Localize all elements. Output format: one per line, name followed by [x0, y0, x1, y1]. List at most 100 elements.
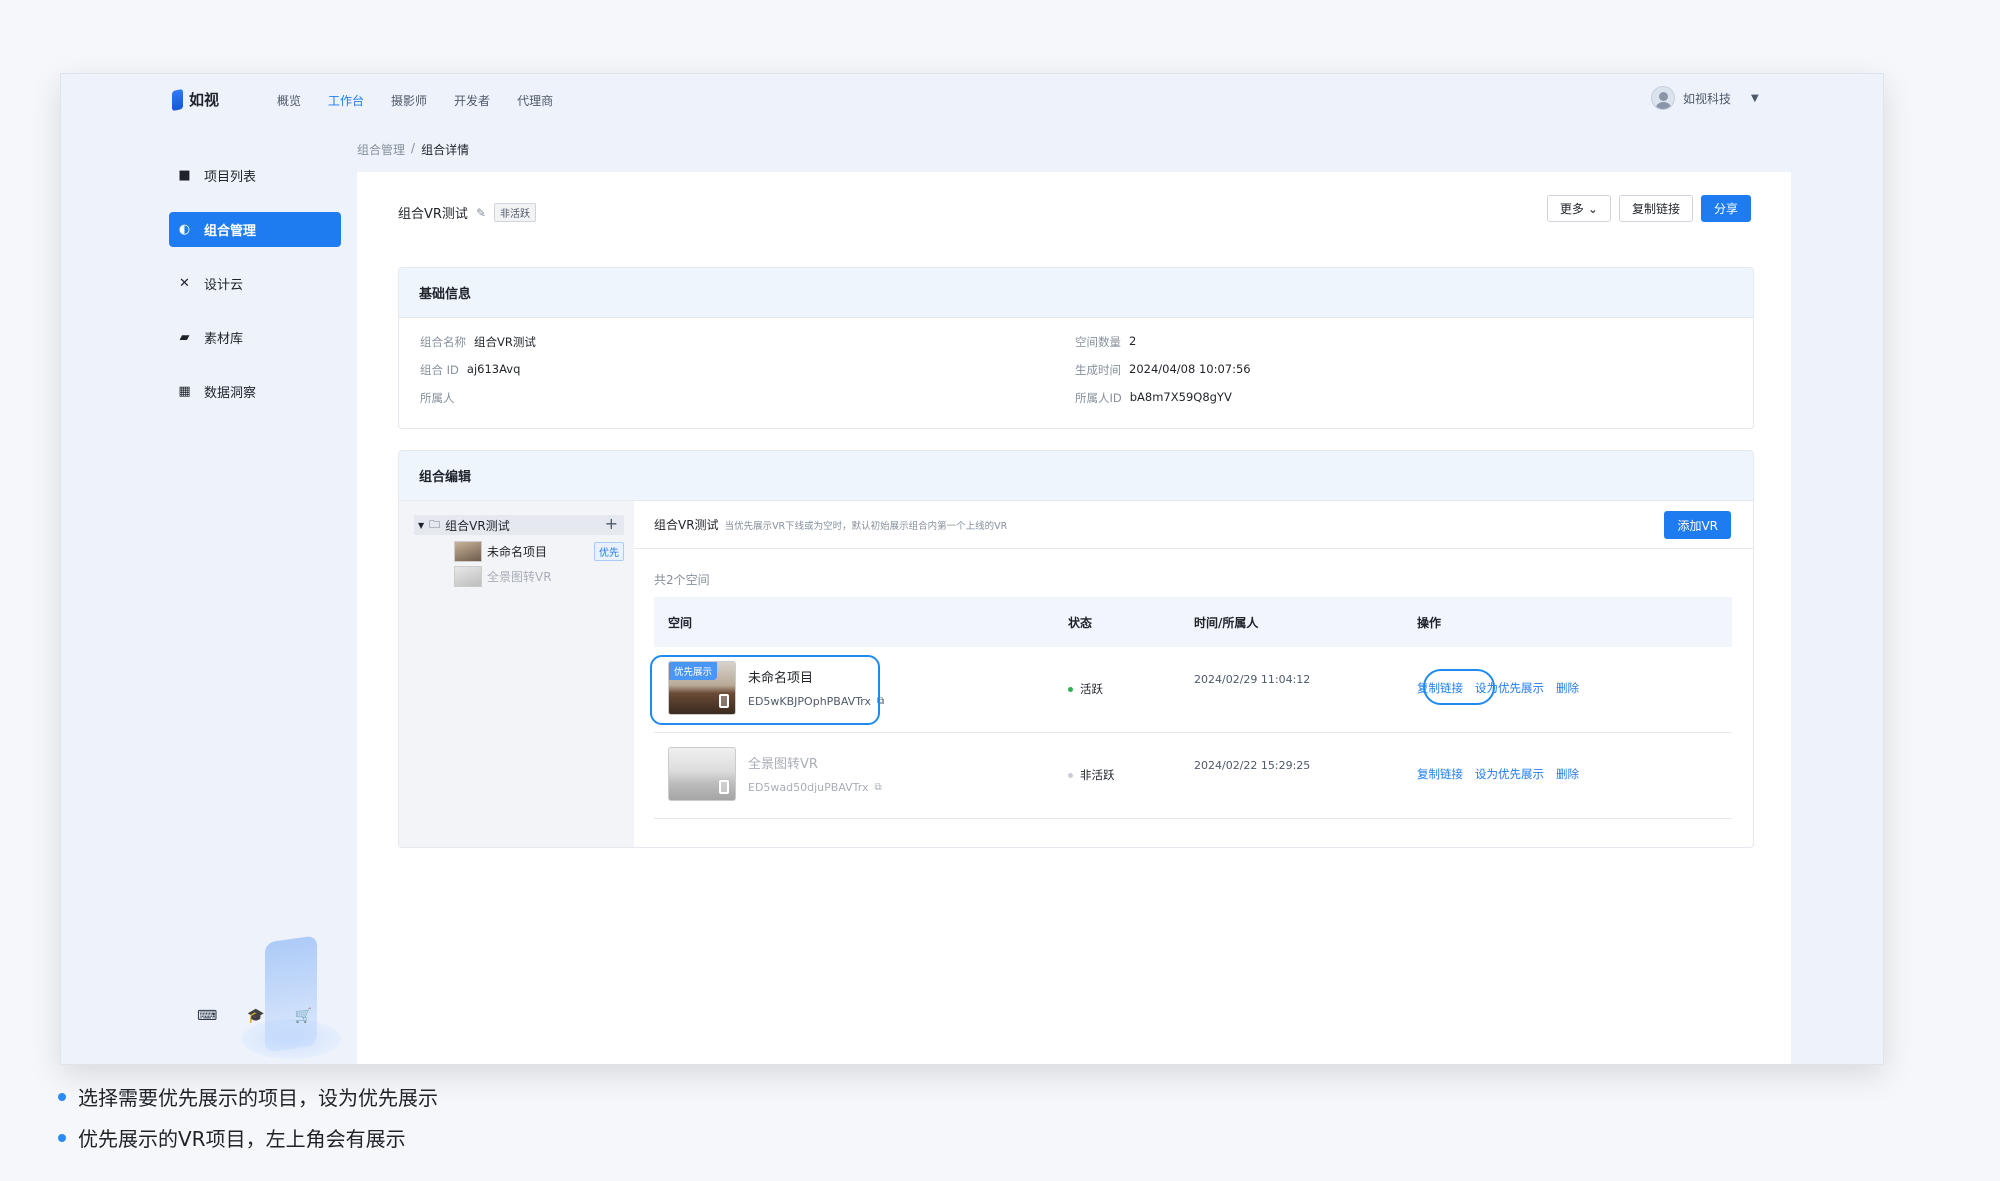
delete-link[interactable]: 删除: [1556, 680, 1579, 696]
caret-down-icon[interactable]: ▼: [418, 521, 424, 530]
page-title-row: 组合VR测试 ✎ 非活跃: [398, 203, 536, 222]
cart-icon[interactable]: 🛒: [295, 1008, 312, 1024]
info-key: 所属人ID: [1075, 391, 1122, 405]
info-value: 2024/04/08 10:07:56: [1129, 362, 1251, 376]
info-value: aj613Avq: [466, 362, 521, 376]
avatar[interactable]: [1651, 86, 1675, 110]
user-name: 如视科技: [1683, 91, 1732, 106]
panel-hint: 当优先展示VR下线或为空时，默认初始展示组合内第一个上线的VR: [724, 520, 1008, 532]
copy-link-button[interactable]: 复制链接: [1618, 195, 1693, 222]
sidebar-item-projects[interactable]: ■ 项目列表: [169, 158, 341, 193]
column-header: 时间/所属人: [1194, 616, 1259, 630]
chevron-down-icon: ⌄: [1587, 201, 1598, 216]
priority-tag: 优先: [594, 542, 624, 561]
info-value: 组合VR测试: [474, 335, 536, 349]
logo-icon: [172, 88, 183, 111]
top-nav: 概览 工作台 摄影师 开发者 代理商: [277, 92, 553, 109]
panel-title: 组合VR测试: [654, 518, 719, 532]
sidebar-item-combos[interactable]: ◐ 组合管理: [169, 212, 341, 247]
tree-item-label: 全景图转VR: [487, 570, 552, 584]
column-header: 状态: [1068, 616, 1093, 630]
combo-edit-body: ▼ 🗀 组合VR测试 + 未命名项目 优先 全景图转VR 组合VR测试 当优先展…: [399, 501, 1753, 847]
tree-item-label: 未命名项目: [487, 545, 548, 559]
thumbnail: [454, 541, 482, 562]
table-row: 全景图转VR ED5wad50djuPBAVTrx ⧉ 非活跃 2024/02/…: [654, 733, 1732, 819]
bullet-dot: [58, 1092, 66, 1101]
tree-root[interactable]: ▼ 🗀 组合VR测试 +: [414, 514, 624, 535]
chart-icon: ▦: [178, 384, 191, 399]
delete-link[interactable]: 删除: [1556, 766, 1579, 782]
sidebar-item-design-cloud[interactable]: ✕ 设计云: [169, 266, 341, 301]
edit-icon[interactable]: ✎: [476, 206, 486, 220]
breadcrumb-current: 组合详情: [421, 143, 470, 157]
folder-icon: 🗀: [429, 517, 441, 531]
basic-info-body: 组合名称 组合VR测试 组合 ID aj613Avq 所属人 空间数量 2 生成…: [399, 318, 1753, 428]
info-key: 组合名称: [420, 335, 466, 349]
sidebar-item-label: 组合管理: [204, 224, 257, 239]
caret-down-icon[interactable]: ▼: [1751, 93, 1759, 104]
highlight-set-priority: [1423, 669, 1495, 705]
nav-developer[interactable]: 开发者: [454, 92, 490, 109]
set-priority-link[interactable]: 设为优先展示: [1475, 766, 1544, 782]
basic-info-card: 基础信息 组合名称 组合VR测试 组合 ID aj613Avq 所属人 空间数量…: [398, 267, 1754, 429]
info-key: 空间数量: [1075, 335, 1121, 349]
time: 2024/02/29 11:04:12: [1194, 673, 1311, 686]
basic-info-heading: 基础信息: [399, 268, 1753, 318]
status-dot: [1068, 686, 1073, 692]
time: 2024/02/22 15:29:25: [1194, 759, 1311, 772]
combo-edit-heading: 组合编辑: [399, 451, 1753, 501]
add-icon[interactable]: +: [605, 514, 618, 533]
nav-overview[interactable]: 概览: [277, 92, 301, 109]
note-text: 优先展示的VR项目，左上角会有展示: [78, 1127, 406, 1151]
tree-item[interactable]: 未命名项目 优先: [454, 541, 624, 562]
sidebar-item-label: 数据洞察: [204, 386, 257, 401]
more-button[interactable]: 更多 ⌄: [1546, 195, 1611, 222]
top-bar: 如视 概览 工作台 摄影师 开发者 代理商 如视科技 ▼: [61, 74, 1883, 126]
copy-icon[interactable]: ⧉: [875, 782, 882, 793]
logo-text: 如视: [189, 91, 220, 109]
sidebar-item-label: 设计云: [204, 278, 244, 293]
breadcrumb-parent[interactable]: 组合管理: [357, 141, 405, 158]
status-text: 非活跃: [1080, 768, 1115, 782]
share-button[interactable]: 分享: [1700, 195, 1751, 222]
combo-edit-card: 组合编辑 ▼ 🗀 组合VR测试 + 未命名项目 优先 全景图转VR 组合VR测试…: [398, 450, 1754, 848]
space-count: 共2个空间: [654, 573, 710, 587]
nav-workbench[interactable]: 工作台: [328, 92, 364, 109]
nav-agent[interactable]: 代理商: [517, 92, 553, 109]
info-key: 生成时间: [1075, 363, 1121, 377]
logo[interactable]: 如视: [172, 88, 220, 111]
page-title: 组合VR测试: [398, 207, 468, 222]
sidebar: ■ 项目列表 ◐ 组合管理 ✕ 设计云 ▰ 素材库 ▦ 数据洞察: [169, 158, 341, 428]
highlight-priority-row: [650, 655, 880, 725]
breadcrumb: 组合管理 / 组合详情: [357, 141, 469, 158]
info-key: 组合 ID: [420, 363, 459, 377]
info-key: 所属人: [420, 391, 455, 405]
user-menu[interactable]: 如视科技 ▼: [1651, 86, 1759, 110]
space-id: ED5wad50djuPBAVTrx ⧉: [748, 781, 882, 794]
space-thumbnail[interactable]: [668, 747, 736, 801]
row-actions: 复制链接 设为优先展示 删除: [1417, 766, 1579, 782]
tree-item[interactable]: 全景图转VR: [454, 566, 624, 587]
info-value: 2: [1129, 334, 1137, 348]
header-actions: 更多 ⌄ 复制链接 分享: [1546, 195, 1751, 222]
add-vr-button[interactable]: 添加VR: [1664, 511, 1731, 539]
column-header: 空间: [668, 616, 693, 630]
note-item: 优先展示的VR项目，左上角会有展示: [58, 1123, 438, 1152]
sidebar-item-insights[interactable]: ▦ 数据洞察: [169, 374, 341, 409]
graduation-cap-icon[interactable]: 🎓: [247, 1008, 264, 1024]
code-icon[interactable]: ⌨: [197, 1008, 217, 1024]
tools-icon: ✕: [179, 276, 190, 291]
copy-link-link[interactable]: 复制链接: [1417, 766, 1463, 782]
nav-photographer[interactable]: 摄影师: [391, 92, 427, 109]
status: 活跃: [1068, 681, 1103, 697]
decorative-illustration: [241, 929, 341, 1064]
column-header: 操作: [1417, 616, 1442, 630]
sidebar-item-assets[interactable]: ▰ 素材库: [169, 320, 341, 355]
combine-icon: ◐: [178, 222, 191, 237]
combo-tree: ▼ 🗀 组合VR测试 + 未命名项目 优先 全景图转VR: [399, 501, 634, 847]
tree-root-label: 组合VR测试: [445, 518, 510, 533]
sidebar-item-label: 项目列表: [204, 170, 257, 185]
space-id-text: ED5wad50djuPBAVTrx: [748, 781, 869, 794]
bullet-dot: [58, 1133, 66, 1142]
main-panel: 组合VR测试 ✎ 非活跃 更多 ⌄ 复制链接 分享 基础信息 组合名称 组合VR…: [357, 172, 1791, 1064]
